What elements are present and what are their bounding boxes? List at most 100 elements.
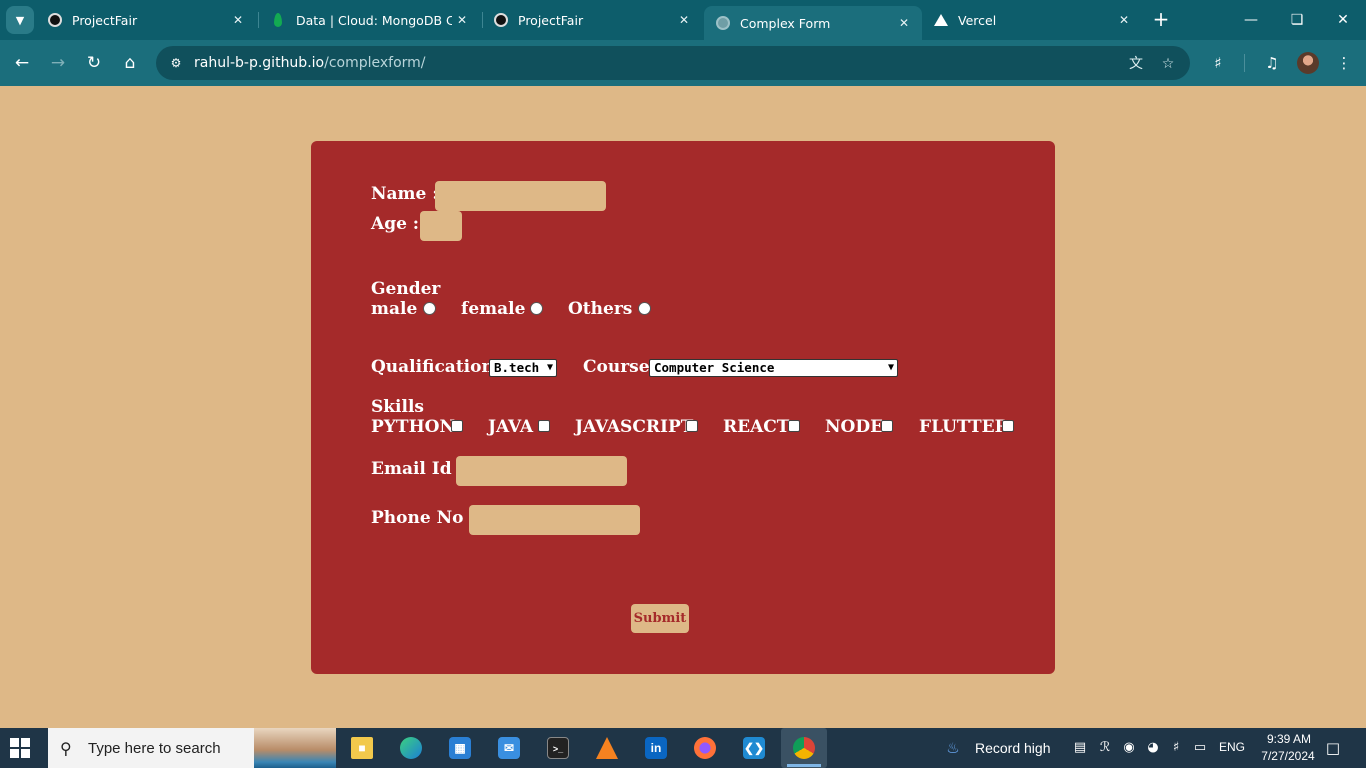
skill-javascript-checkbox[interactable] [686,420,698,432]
gender-female-radio[interactable] [530,302,543,315]
bookmark-star-icon[interactable]: ☆ [1158,54,1178,74]
profile-avatar[interactable] [1297,52,1319,74]
home-icon[interactable]: ⌂ [118,51,142,75]
browser-toolbar: ← → ↻ ⌂ ⚙ rahul-b-p.github.io/complexfor… [0,40,1366,86]
terminal-icon[interactable]: >_ [542,732,574,764]
qualification-selected-value: B.tech [494,360,540,375]
gender-male-label: male [371,299,418,319]
windows-start-icon[interactable] [10,738,30,758]
notifications-icon[interactable]: □ [1325,740,1341,756]
mail-icon[interactable]: ✉ [493,732,525,764]
new-tab-plus-icon[interactable]: + [1150,8,1172,32]
gender-others-label: Others [568,299,633,319]
search-icon: ⚲ [60,738,72,758]
firefox-icon[interactable] [689,732,721,764]
menu-kebab-icon[interactable]: ⋮ [1332,51,1356,75]
windows-taskbar: ⚲ Type here to search ■ ▦ ✉ >_ in ❮❯ ♨ R… [0,728,1366,768]
site-info-icon[interactable]: ⚙ [166,56,186,70]
gender-others-radio[interactable] [638,302,651,315]
camera-icon[interactable]: ◉ [1121,740,1137,756]
close-icon[interactable]: ✕ [228,13,248,27]
media-control-icon[interactable]: ♫ [1260,51,1284,75]
thermometer-weather-icon[interactable]: ♨ [946,740,960,756]
taskbar-search-box[interactable]: ⚲ Type here to search [48,728,336,768]
submit-button[interactable]: Submit [631,604,689,633]
reload-icon[interactable]: ↻ [82,51,106,75]
phone-input[interactable] [469,505,640,535]
search-highlight-illustration [254,728,336,768]
url-path: /complexform/ [324,55,426,71]
task-manager-icon[interactable]: ▤ [1072,740,1088,756]
browser-tab-bar: ▼ ProjectFair ✕ Data | Cloud: MongoDB Cl… [0,0,1366,40]
course-selected-value: Computer Science [654,360,775,375]
age-input[interactable] [420,211,462,241]
skill-java-label: JAVA [488,417,534,437]
close-icon[interactable]: ✕ [452,13,472,27]
skill-react-checkbox[interactable] [788,420,800,432]
toolbar-divider [1244,54,1245,72]
skill-flutter-checkbox[interactable] [1002,420,1014,432]
tab-projectfair-2[interactable]: ProjectFair ✕ [482,0,702,40]
gender-female-label: female [461,299,526,319]
close-icon[interactable]: ✕ [1114,13,1134,27]
qualification-select[interactable]: B.tech ▼ [489,359,557,377]
taskbar-search-placeholder: Type here to search [88,739,221,757]
linkedin-icon[interactable]: in [640,732,672,764]
email-input[interactable] [456,456,627,486]
translate-icon[interactable]: 文 [1126,54,1146,74]
address-bar[interactable]: ⚙ rahul-b-p.github.io/complexform/ 文 ☆ [156,46,1190,80]
extensions-icon[interactable]: ♯ [1206,51,1230,75]
course-select[interactable]: Computer Science ▼ [649,359,898,377]
forward-arrow-icon[interactable]: → [46,51,70,75]
chevron-down-icon: ▼ [546,362,553,373]
clock-date[interactable]: 7/27/2024 [1256,749,1320,763]
skill-python-checkbox[interactable] [451,420,463,432]
weather-text[interactable]: Record high [975,740,1051,756]
vlc-icon[interactable] [591,732,623,764]
vscode-icon[interactable]: ❮❯ [738,732,770,764]
gender-male-radio[interactable] [423,302,436,315]
volume-muted-icon[interactable]: ♯ [1168,740,1184,756]
window-close-icon[interactable]: ✕ [1320,8,1366,32]
tab-title: Complex Form [740,15,831,31]
github-favicon-icon [494,13,508,27]
edge-icon[interactable] [395,732,427,764]
name-label: Name : [371,184,439,204]
url-host: rahul-b-p.github.io [194,55,325,71]
qualification-label: Qualification [371,357,494,377]
tab-vercel[interactable]: Vercel ✕ [922,0,1142,40]
skill-node-label: NODE [825,417,884,437]
skill-node-checkbox[interactable] [881,420,893,432]
language-indicator[interactable]: ENG [1219,740,1245,754]
age-label: Age : [371,214,420,234]
back-arrow-icon[interactable]: ← [10,51,34,75]
clock-time[interactable]: 9:39 AM [1258,732,1320,746]
skill-react-label: REACT [723,417,790,437]
close-icon[interactable]: ✕ [894,16,914,30]
tab-title: ProjectFair [518,12,584,28]
chevron-down-icon: ▼ [887,362,894,373]
tab-complex-form[interactable]: Complex Form ✕ [704,6,922,40]
tab-search-button[interactable]: ▼ [6,6,34,34]
battery-icon[interactable]: ▭ [1192,740,1208,756]
complex-form-card: Name : Age : Gender male female Others Q… [311,141,1055,674]
tab-projectfair-1[interactable]: ProjectFair ✕ [36,0,256,40]
wifi-icon[interactable]: ◕ [1145,740,1161,756]
skill-flutter-label: FLUTTER [919,417,1009,437]
file-explorer-icon[interactable]: ■ [346,732,378,764]
bluetooth-icon[interactable]: ℛ [1097,740,1113,756]
github-favicon-icon [48,13,62,27]
microsoft-store-icon[interactable]: ▦ [444,732,476,764]
restore-icon[interactable]: ❏ [1274,8,1320,32]
mongodb-leaf-icon [274,13,282,27]
url-text[interactable]: rahul-b-p.github.io/complexform/ [194,55,426,71]
skill-java-checkbox[interactable] [538,420,550,432]
close-icon[interactable]: ✕ [674,13,694,27]
tab-title: ProjectFair [72,12,138,28]
vercel-triangle-icon [934,14,948,26]
minimize-icon[interactable]: — [1228,8,1274,32]
chrome-icon[interactable] [781,728,827,768]
email-label: Email Id : [371,459,464,479]
name-input[interactable] [435,181,606,211]
tab-mongodb[interactable]: Data | Cloud: MongoDB Cloud ✕ [260,0,480,40]
